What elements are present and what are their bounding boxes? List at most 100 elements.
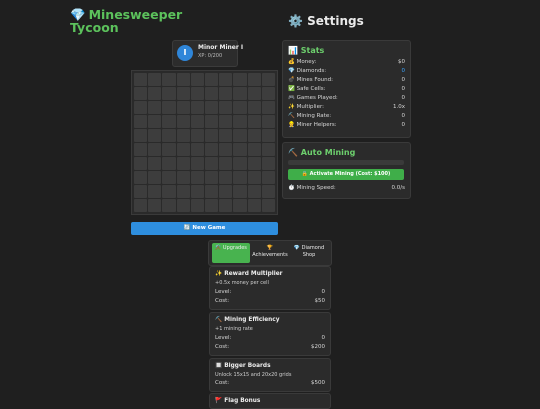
board-cell[interactable] [190,185,204,198]
board-cell[interactable] [190,157,204,170]
board-cell[interactable] [190,115,204,128]
upgrade-card-bigger-boards[interactable]: 🔲 Bigger Boards Unlock 15x15 and 20x20 g… [209,358,331,392]
board-cell[interactable] [204,143,219,156]
board-cell[interactable] [190,143,204,156]
board-cell[interactable] [162,129,176,142]
board-cell[interactable] [204,115,219,128]
board-cell[interactable] [148,143,162,156]
board-cell[interactable] [134,171,148,184]
board-cell[interactable] [134,129,148,142]
board-cell[interactable] [134,87,148,100]
board-cell[interactable] [162,143,176,156]
board-cell[interactable] [176,129,190,142]
board-cell[interactable] [176,157,190,170]
board-cell[interactable] [176,101,190,114]
board-cell[interactable] [162,115,176,128]
board-cell[interactable] [204,157,219,170]
board-cell[interactable] [190,87,204,100]
board-cell[interactable] [219,143,233,156]
board-cell[interactable] [176,115,190,128]
board-cell[interactable] [134,199,148,212]
board-cell[interactable] [148,157,162,170]
board-cell[interactable] [148,129,162,142]
upgrade-card-reward-multiplier[interactable]: ✨ Reward Multiplier +0.5x money per cell… [209,266,331,310]
board-cell[interactable] [219,171,233,184]
board-cell[interactable] [176,143,190,156]
board-cell[interactable] [148,101,162,114]
board-cell[interactable] [204,101,219,114]
board-cell[interactable] [219,129,233,142]
board-cell[interactable] [134,115,148,128]
board-cell[interactable] [190,171,204,184]
board-cell[interactable] [261,171,275,184]
board-cell[interactable] [204,199,219,212]
new-game-button[interactable]: 🔄 New Game [131,222,278,235]
board-cell[interactable] [176,171,190,184]
board-cell[interactable] [261,199,275,212]
board-cell[interactable] [233,101,247,114]
board-cell[interactable] [247,101,261,114]
board-cell[interactable] [148,87,162,100]
board-cell[interactable] [134,73,148,86]
board-cell[interactable] [233,129,247,142]
board-cell[interactable] [247,115,261,128]
board-cell[interactable] [190,101,204,114]
board-cell[interactable] [219,87,233,100]
board-cell[interactable] [261,87,275,100]
tab-upgrades[interactable]: ⚒️ Upgrades [212,243,250,263]
board-cell[interactable] [162,101,176,114]
board-cell[interactable] [261,101,275,114]
board-cell[interactable] [261,73,275,86]
board-cell[interactable] [219,115,233,128]
board-cell[interactable] [190,129,204,142]
upgrade-card-flag-bonus[interactable]: 🚩 Flag Bonus [209,393,331,409]
board-cell[interactable] [247,143,261,156]
board-cell[interactable] [162,171,176,184]
board-cell[interactable] [190,199,204,212]
board-cell[interactable] [162,157,176,170]
board-cell[interactable] [247,199,261,212]
board-cell[interactable] [247,185,261,198]
board-cell[interactable] [134,101,148,114]
board-cell[interactable] [233,87,247,100]
board-cell[interactable] [233,185,247,198]
board-cell[interactable] [134,143,148,156]
board-cell[interactable] [247,129,261,142]
board-cell[interactable] [219,101,233,114]
board-cell[interactable] [204,87,219,100]
board-cell[interactable] [247,157,261,170]
board-cell[interactable] [233,73,247,86]
board-cell[interactable] [204,171,219,184]
board-cell[interactable] [134,185,148,198]
board-cell[interactable] [219,157,233,170]
board-cell[interactable] [233,115,247,128]
board-cell[interactable] [176,185,190,198]
tab-diamond-shop[interactable]: 💎 Diamond Shop [290,243,328,263]
upgrade-card-mining-efficiency[interactable]: ⛏️ Mining Efficiency +1 mining rate Leve… [209,312,331,356]
board-cell[interactable] [176,87,190,100]
settings-title[interactable]: ⚙️ Settings [288,14,364,28]
board-cell[interactable] [204,129,219,142]
board-cell[interactable] [233,157,247,170]
board-cell[interactable] [247,73,261,86]
board-cell[interactable] [233,171,247,184]
board-cell[interactable] [190,73,204,86]
board-cell[interactable] [219,73,233,86]
board-cell[interactable] [204,73,219,86]
board-cell[interactable] [148,73,162,86]
board-cell[interactable] [261,115,275,128]
board-cell[interactable] [148,185,162,198]
board-cell[interactable] [247,87,261,100]
board-cell[interactable] [148,115,162,128]
board-cell[interactable] [134,157,148,170]
board-cell[interactable] [162,199,176,212]
board-cell[interactable] [204,185,219,198]
board-cell[interactable] [148,199,162,212]
board-cell[interactable] [148,171,162,184]
activate-mining-button[interactable]: 🔒 Activate Mining (Cost: $100) [288,169,404,180]
board-cell[interactable] [261,185,275,198]
board-cell[interactable] [176,199,190,212]
board-cell[interactable] [219,199,233,212]
board-cell[interactable] [162,73,176,86]
board-cell[interactable] [233,143,247,156]
